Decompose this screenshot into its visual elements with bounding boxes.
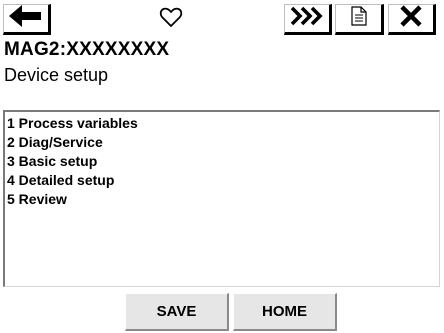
fast-key-button[interactable] bbox=[284, 4, 332, 35]
home-button[interactable]: HOME bbox=[233, 293, 337, 331]
save-button[interactable]: SAVE bbox=[125, 293, 229, 331]
menu-item-review[interactable]: 5 Review bbox=[7, 190, 439, 209]
left-arrow-icon bbox=[9, 4, 43, 33]
triple-chevron-right-icon bbox=[289, 5, 325, 32]
menu-item-diag-service[interactable]: 2 Diag/Service bbox=[7, 133, 439, 152]
x-close-icon bbox=[399, 4, 423, 33]
screen-title: Device setup bbox=[4, 65, 109, 85]
menu-item-basic-setup[interactable]: 3 Basic setup bbox=[7, 152, 439, 171]
close-button[interactable] bbox=[388, 4, 436, 35]
menu-item-detailed-setup[interactable]: 4 Detailed setup bbox=[7, 171, 439, 190]
document-button[interactable] bbox=[335, 4, 384, 35]
document-icon bbox=[350, 6, 367, 31]
menu-list: 1 Process variables 2 Diag/Service 3 Bas… bbox=[3, 110, 440, 287]
heart-outline-icon[interactable] bbox=[159, 5, 183, 29]
back-button[interactable] bbox=[3, 4, 51, 35]
device-tag: MAG2:XXXXXXXX bbox=[4, 39, 170, 60]
menu-item-process-variables[interactable]: 1 Process variables bbox=[7, 114, 439, 133]
